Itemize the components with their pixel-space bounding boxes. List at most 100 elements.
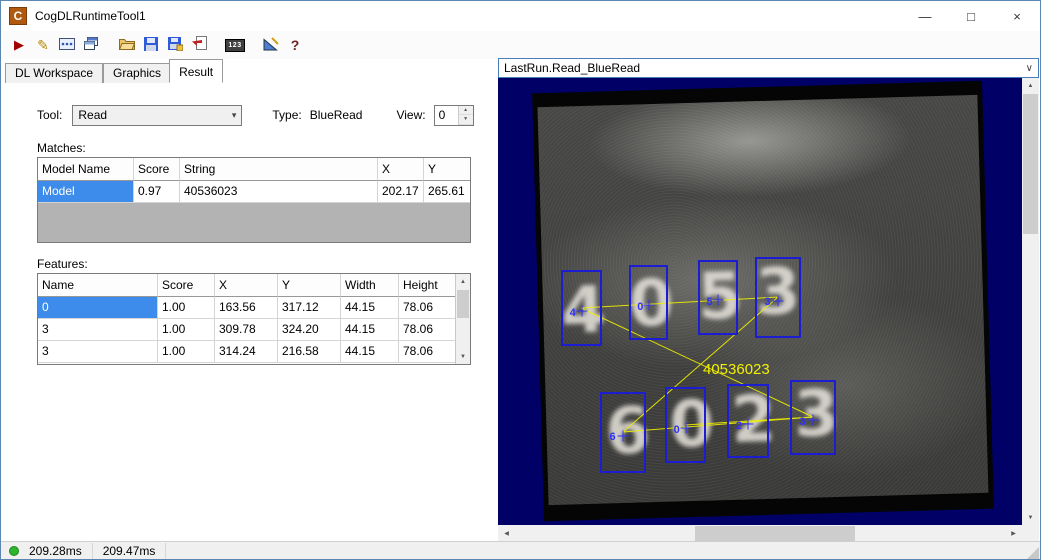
display-horizontal-scrollbar[interactable]: ◀ ▶ [498,525,1039,542]
feature-box: 5 [698,260,738,335]
column-header-y[interactable]: Y [278,274,341,297]
window-controls: — □ × [902,1,1040,31]
save-as-button[interactable] [163,33,187,57]
feature-crosshair-icon [772,295,784,307]
scroll-left-icon[interactable]: ◀ [498,525,515,542]
feature-box: 4 [561,270,602,346]
table-cell[interactable]: 78.06 [399,319,455,341]
features-table-row[interactable]: 0 1.00 163.56 317.12 44.15 78.06 [38,297,455,319]
image-display-area[interactable]: 4 0 5 3 6 0 2 3 4 0 5 3 6 0 2 3 40536023… [498,78,1039,525]
scroll-down-icon[interactable]: ▼ [456,349,470,364]
help-button[interactable]: ? [283,33,307,57]
cascade-button[interactable] [79,33,103,57]
column-header-string[interactable]: String [180,158,378,181]
spinner-up-icon[interactable]: ▲ [458,105,473,115]
column-header-model-name[interactable]: Model Name [38,158,134,181]
features-table-row[interactable]: 3 1.00 314.24 216.58 44.15 78.06 [38,341,455,363]
table-cell[interactable]: 44.15 [341,297,399,319]
calibrate-button[interactable] [259,33,283,57]
table-cell[interactable]: 1.00 [158,297,215,319]
scroll-right-icon[interactable]: ▶ [1005,525,1022,542]
features-scrollbar[interactable]: ▲ ▼ [455,274,470,364]
matches-label: Matches: [37,141,86,155]
tab-result[interactable]: Result [169,59,224,83]
table-cell[interactable]: 44.15 [341,341,399,363]
display-settings-button[interactable] [55,33,79,57]
maximize-button[interactable]: □ [948,1,994,31]
open-button[interactable] [115,33,139,57]
scroll-down-icon[interactable]: ▼ [1022,510,1039,525]
close-button[interactable]: × [994,1,1040,31]
display-view-selector[interactable]: LastRun.Read_BlueRead ∨ [498,58,1039,78]
tool-row: Tool: Read ▾ Type: BlueRead View: 0 ▲ ▼ [37,104,474,126]
display-vertical-scrollbar[interactable]: ▲ ▼ [1022,78,1039,525]
column-header-x[interactable]: X [378,158,424,181]
feature-box: 0 [629,265,668,340]
view-spinner[interactable]: 0 ▲ ▼ [433,104,474,126]
result-panel: Tool: Read ▾ Type: BlueRead View: 0 ▲ ▼ … [1,83,495,542]
table-cell[interactable]: 40536023 [180,181,378,203]
import-page-icon [191,36,207,54]
title-bar: C CogDLRuntimeTool1 — □ × [1,1,1040,31]
number-display-button[interactable]: 123 [223,33,247,57]
matches-table-row[interactable]: Model 0.97 40536023 202.17 265.61 [38,181,470,203]
features-table: Name Score X Y Width Height 0 1.00 163.5… [37,273,471,365]
table-cell[interactable]: 265.61 [424,181,470,203]
table-cell[interactable]: 202.17 [378,181,424,203]
column-header-name[interactable]: Name [38,274,158,297]
table-cell[interactable]: 317.12 [278,297,341,319]
feature-box: 3 [755,257,801,338]
table-cell[interactable]: 1.00 [158,341,215,363]
help-icon: ? [290,37,300,53]
scrollbar-thumb[interactable] [457,290,469,318]
run-button[interactable]: ▶ [7,33,31,57]
scrollbar-thumb[interactable] [695,526,855,541]
spinner-down-icon[interactable]: ▼ [458,115,473,125]
table-cell[interactable]: 1.00 [158,319,215,341]
column-header-x[interactable]: X [215,274,278,297]
decoded-string-overlay: 40536023 [703,361,770,378]
feature-label: 6 [609,430,616,443]
table-cell[interactable]: Model [38,181,134,203]
table-cell[interactable]: 44.15 [341,319,399,341]
minimize-button[interactable]: — [902,1,948,31]
table-cell[interactable]: 3 [38,319,158,341]
run-time-2: 209.47ms [93,542,167,559]
feature-crosshair-icon [643,299,654,311]
save-button[interactable] [139,33,163,57]
tool-combobox[interactable]: Read ▾ [72,104,243,126]
tab-dl-workspace[interactable]: DL Workspace [5,63,104,83]
table-cell[interactable]: 216.58 [278,341,341,363]
table-cell[interactable]: 314.24 [215,341,278,363]
scrollbar-thumb[interactable] [1023,94,1038,234]
edit-button[interactable]: ✎ [31,33,55,57]
table-cell[interactable]: 3 [38,341,158,363]
scrollbar-track[interactable] [515,525,1005,542]
column-header-y[interactable]: Y [424,158,470,181]
table-cell[interactable]: 163.56 [215,297,278,319]
import-button[interactable] [187,33,211,57]
column-header-score[interactable]: Score [158,274,215,297]
column-header-width[interactable]: Width [341,274,399,297]
feature-crosshair-icon [680,422,691,434]
pencil-icon: ✎ [37,36,49,53]
table-cell[interactable]: 78.06 [399,341,455,363]
scroll-up-icon[interactable]: ▲ [456,274,470,289]
resize-grip[interactable] [1027,547,1039,559]
tab-graphics[interactable]: Graphics [103,63,172,83]
table-cell[interactable]: 309.78 [215,319,278,341]
features-table-row[interactable]: 3 1.00 309.78 324.20 44.15 78.06 [38,319,455,341]
view-spinner-buttons: ▲ ▼ [457,105,473,125]
table-cell[interactable]: 78.06 [399,297,455,319]
open-folder-icon [118,37,136,53]
display-panel: LastRun.Read_BlueRead ∨ 4 0 5 3 6 0 2 3 [498,58,1039,542]
feature-box: 2 [727,384,769,458]
scroll-up-icon[interactable]: ▲ [1022,78,1039,93]
table-cell[interactable]: 0 [38,297,158,319]
column-header-score[interactable]: Score [134,158,180,181]
table-cell[interactable]: 0.97 [134,181,180,203]
matches-table: Model Name Score String X Y Model 0.97 4… [37,157,471,243]
matches-table-empty-area [38,203,470,242]
table-cell[interactable]: 324.20 [278,319,341,341]
column-header-height[interactable]: Height [399,274,455,297]
